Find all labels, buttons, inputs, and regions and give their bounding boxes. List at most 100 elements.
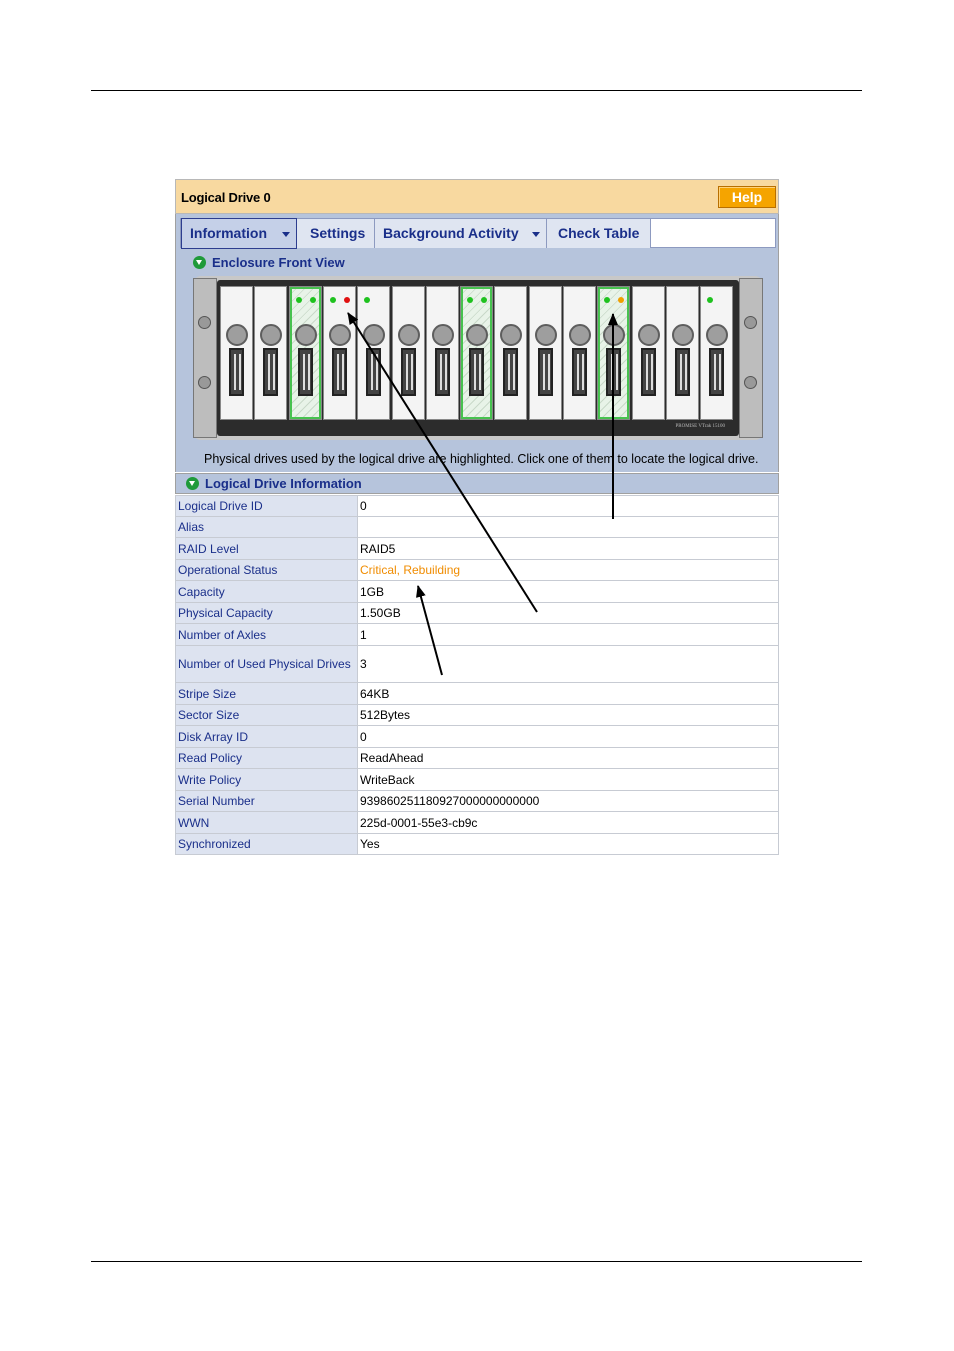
drive-carrier-knob xyxy=(397,324,420,346)
drive-carrier-handle xyxy=(537,348,553,396)
table-row: Disk Array ID 0 xyxy=(175,725,779,748)
table-row: Alias xyxy=(175,516,779,538)
drive-status-led xyxy=(329,297,336,303)
tab-background-activity[interactable]: Background Activity xyxy=(375,219,547,248)
drive-bay-8[interactable] xyxy=(460,286,494,420)
page-top-rule xyxy=(91,90,862,91)
row-value: ReadAhead xyxy=(357,747,779,769)
row-label: Capacity xyxy=(175,580,358,603)
row-value: 3 xyxy=(357,645,779,683)
tab-background-activity-label: Background Activity xyxy=(383,225,519,241)
drive-bay-6[interactable] xyxy=(391,286,425,420)
drive-carrier-handle xyxy=(674,348,690,396)
row-value: Critical, Rebuilding xyxy=(357,559,779,581)
logical-drive-info-table: Logical Drive ID 0 Alias RAID Level RAID5 Ope… xyxy=(175,495,779,855)
tab-settings[interactable]: Settings xyxy=(297,219,375,248)
drive-carrier-handle xyxy=(606,348,622,396)
tab-information[interactable]: Information xyxy=(181,218,297,249)
drive-carrier-knob xyxy=(226,324,248,346)
info-section-header: Logical Drive Information xyxy=(175,473,779,494)
table-row: Number of Axles 1 xyxy=(175,623,779,646)
drive-carrier-knob xyxy=(500,324,523,346)
enclosure-front-view-heading: Enclosure Front View xyxy=(212,255,345,270)
row-value xyxy=(357,516,779,538)
drive-bay-5[interactable] xyxy=(357,286,391,420)
collapse-section-icon[interactable] xyxy=(186,477,199,490)
drive-bay-4[interactable] xyxy=(322,286,356,420)
drive-bay-15[interactable] xyxy=(700,286,734,420)
drive-bay-3[interactable] xyxy=(288,286,322,420)
drive-bay-2[interactable] xyxy=(254,286,288,420)
tab-settings-label: Settings xyxy=(310,225,366,241)
drive-bay-1[interactable] xyxy=(220,286,253,420)
drive-status-led xyxy=(618,297,625,303)
row-label: Number of Used Physical Drives xyxy=(175,645,358,683)
drive-carrier-handle xyxy=(400,348,416,396)
drive-carrier-handle xyxy=(709,348,725,396)
drive-status-led xyxy=(604,297,611,303)
row-value: 1.50GB xyxy=(357,602,779,624)
drive-bay-11[interactable] xyxy=(563,286,596,420)
table-row: Number of Used Physical Drives 3 xyxy=(175,645,779,683)
row-label: Disk Array ID xyxy=(175,725,358,748)
drive-carrier-handle xyxy=(640,348,656,396)
tab-information-label: Information xyxy=(190,225,267,241)
panel-title-bar: Logical Drive 0 Help xyxy=(175,179,779,214)
logical-drive-panel: Logical Drive 0 Help Information Setting… xyxy=(175,179,779,858)
drive-bay-14[interactable] xyxy=(665,286,699,420)
row-value: RAID5 xyxy=(357,537,779,560)
drive-carrier-handle xyxy=(469,348,485,396)
drive-carrier-handle xyxy=(331,348,347,396)
screw-icon xyxy=(744,316,757,329)
drive-status-led xyxy=(309,297,316,303)
drive-bay-7[interactable] xyxy=(425,286,459,420)
collapse-section-icon[interactable] xyxy=(193,256,206,269)
drive-bay-row xyxy=(220,286,736,422)
drive-status-led xyxy=(364,297,371,303)
table-row: Read Policy ReadAhead xyxy=(175,747,779,769)
drive-carrier-knob xyxy=(466,324,489,346)
drive-carrier-knob xyxy=(363,324,386,346)
drive-carrier-handle xyxy=(297,348,313,396)
drive-carrier-knob xyxy=(706,324,729,346)
row-label: Number of Axles xyxy=(175,623,358,646)
row-label: WWN xyxy=(175,811,358,834)
drive-carrier-knob xyxy=(328,324,351,346)
table-row: Synchronized Yes xyxy=(175,833,779,855)
row-label: Operational Status xyxy=(175,559,358,581)
logical-drive-info-heading: Logical Drive Information xyxy=(205,476,362,491)
row-label: Sector Size xyxy=(175,704,358,726)
drive-carrier-handle xyxy=(366,348,382,396)
page-bottom-rule xyxy=(91,1261,862,1262)
row-value: 0 xyxy=(357,725,779,748)
drive-status-led xyxy=(343,297,350,303)
tab-check-table-label: Check Table xyxy=(558,225,640,241)
row-label: Stripe Size xyxy=(175,682,358,705)
screw-icon xyxy=(744,376,757,389)
help-button[interactable]: Help xyxy=(718,186,776,208)
chevron-down-icon[interactable] xyxy=(532,232,540,237)
drive-status-led xyxy=(295,297,302,303)
chevron-down-icon[interactable] xyxy=(282,232,290,237)
drive-status-led xyxy=(467,297,474,303)
enclosure-right-ear xyxy=(739,278,763,438)
drive-carrier-handle xyxy=(229,348,244,396)
row-value: 1 xyxy=(357,623,779,646)
drive-carrier-handle xyxy=(503,348,519,396)
enclosure-left-ear xyxy=(193,278,217,438)
row-value: 512Bytes xyxy=(357,704,779,726)
drive-status-led xyxy=(481,297,488,303)
drive-bay-10[interactable] xyxy=(528,286,562,420)
panel-title: Logical Drive 0 xyxy=(181,190,271,205)
drive-bay-12[interactable] xyxy=(597,286,631,420)
drive-bay-9[interactable] xyxy=(494,286,528,420)
enclosure-view-area: Information Settings Background Activity… xyxy=(175,214,779,472)
table-row: Sector Size 512Bytes xyxy=(175,704,779,726)
drive-carrier-handle xyxy=(572,348,587,396)
row-label: RAID Level xyxy=(175,537,358,560)
tab-check-table[interactable]: Check Table xyxy=(547,219,651,248)
enclosure-caption: Physical drives used by the logical driv… xyxy=(204,452,759,466)
row-label: Logical Drive ID xyxy=(175,495,358,517)
drive-bay-13[interactable] xyxy=(631,286,665,420)
screw-icon xyxy=(198,376,211,389)
